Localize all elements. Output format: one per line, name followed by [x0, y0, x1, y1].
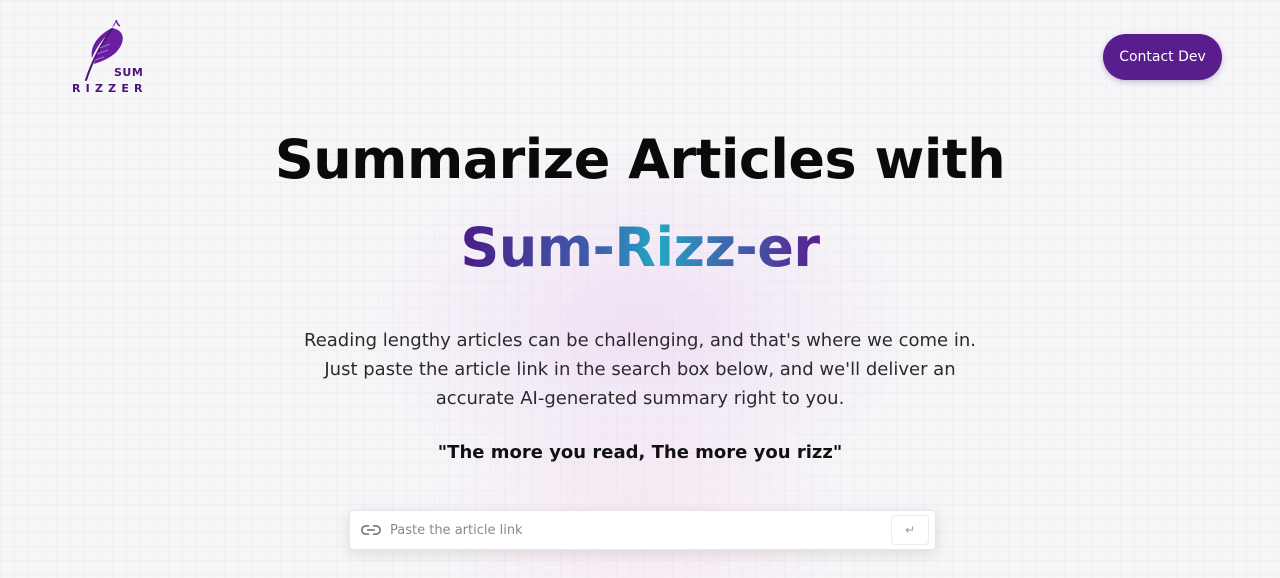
contact-dev-button[interactable]: Contact Dev — [1103, 34, 1222, 80]
tagline-quote: "The more you read, The more you rizz" — [437, 442, 843, 463]
logo-text-sum: SUM — [114, 66, 144, 79]
enter-return-icon: ↵ — [904, 523, 916, 537]
logo-text-rizzer: RIZZER — [72, 82, 148, 95]
article-link-input[interactable] — [390, 511, 885, 549]
brand-gradient-text: Sum-Rizz-er — [460, 216, 820, 279]
description-line: accurate AI-generated summary right to y… — [435, 388, 845, 409]
description-line: Just paste the article link in the searc… — [324, 359, 956, 380]
link-icon — [361, 525, 381, 535]
submit-button[interactable]: ↵ — [891, 515, 929, 545]
article-link-form: ↵ — [349, 510, 936, 550]
hero-title: Summarize Articles with — [274, 128, 1006, 191]
hero-brand-title: Sum-Rizz-er — [0, 216, 1280, 279]
description-line: Reading lengthy articles can be challeng… — [304, 330, 976, 351]
hero-description: Reading lengthy articles can be challeng… — [290, 326, 990, 413]
logo[interactable]: SUM RIZZER — [70, 18, 144, 98]
